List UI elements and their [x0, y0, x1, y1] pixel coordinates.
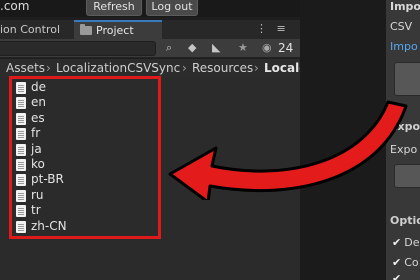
csv-label: CSV — [390, 20, 413, 33]
tab-project[interactable]: Project — [74, 20, 162, 39]
folder-icon — [80, 24, 92, 35]
check-icon: ✔ — [392, 272, 402, 280]
section-export-title: Expo — [390, 120, 420, 133]
refresh-button[interactable]: Refresh — [86, 0, 142, 16]
option-label: De — [404, 236, 420, 249]
top-menu-bar: .com Refresh Log out — [0, 0, 300, 17]
check-icon: ✔ — [392, 236, 402, 249]
chevron-right-icon: › — [254, 61, 259, 75]
inspector-panel: Impo CSV Impo Expo Expo Optio ✔De ✔Co ✔ — [386, 0, 420, 280]
section-options-title: Optio — [390, 214, 420, 227]
check-icon: ✔ — [392, 256, 402, 269]
option-label: Co — [404, 256, 419, 269]
search-input[interactable] — [0, 41, 156, 56]
scene-search-icon[interactable]: ⌕ — [166, 41, 172, 55]
tab-strip: ion Control Project ⋮ ≡ — [0, 20, 300, 39]
breadcrumb-locale[interactable]: Locale — [264, 59, 300, 78]
project-toolbar: ⌕ ◆ ◣ ★ ◉ 24 — [0, 39, 300, 58]
hidden-count: 24 — [278, 41, 294, 55]
breadcrumb-resources[interactable]: Resources — [192, 59, 253, 78]
option-checkbox[interactable]: ✔ — [392, 272, 404, 280]
highlight-box — [9, 76, 161, 239]
export-button[interactable] — [394, 164, 420, 188]
export-label: Expo — [390, 143, 418, 156]
eye-icon[interactable]: ◉ — [262, 41, 272, 54]
tab-version-control[interactable]: ion Control — [0, 20, 70, 39]
chevron-right-icon: › — [182, 61, 187, 75]
tab-project-label: Project — [96, 24, 134, 37]
log-out-button[interactable]: Log out — [146, 0, 198, 16]
tab-menu-icons[interactable]: ⋮ ≡ — [256, 22, 289, 35]
import-button[interactable] — [394, 62, 420, 96]
import-link[interactable]: Impo — [390, 40, 418, 53]
palette-icon[interactable]: ◆ — [188, 41, 196, 55]
option-checkbox[interactable]: ✔ De — [392, 236, 419, 249]
section-import-title: Impo — [390, 0, 420, 13]
account-label: .com — [0, 0, 30, 13]
option-checkbox[interactable]: ✔ Co — [392, 256, 419, 269]
star-icon[interactable]: ★ — [238, 41, 248, 55]
tag-icon[interactable]: ◣ — [212, 41, 220, 55]
panel-gap — [300, 0, 386, 280]
